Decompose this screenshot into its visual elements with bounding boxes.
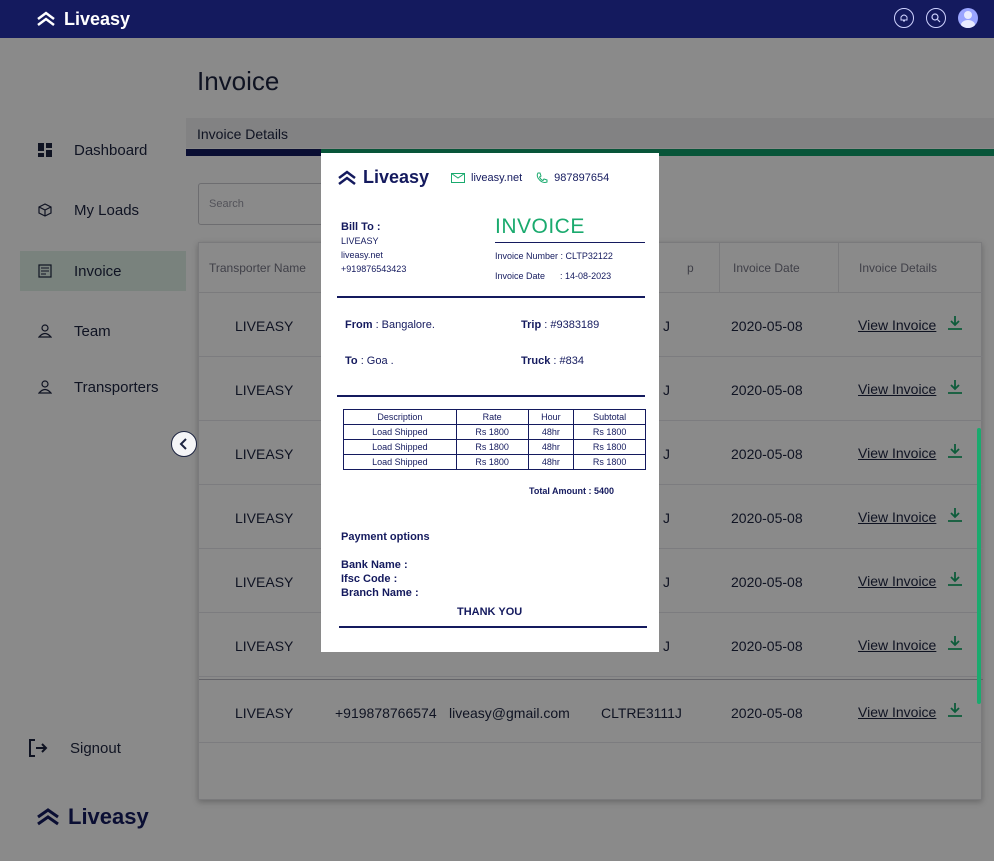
chevron-left-icon [179,438,187,450]
invoice-date: Invoice Date : 14-08-2023 [495,271,611,281]
invoice-title: INVOICE [495,215,585,238]
items-header-subtotal: Subtotal [573,409,646,425]
bank-name-label: Bank Name : [341,559,408,571]
item-rate: Rs 1800 [455,439,529,455]
invoice-number-value: CLTP32122 [565,251,613,261]
items-header-rate: Rate [455,409,529,425]
invoice-trip: Trip : #9383189 [521,319,599,331]
bell-icon[interactable] [894,8,914,28]
to-value: : Goa . [360,355,394,367]
invoice-date-label: Invoice Date [495,271,546,281]
from-value: : Bangalore. [375,319,435,331]
item-description: Load Shipped [343,439,457,455]
invoice-truck: Truck : #834 [521,355,584,367]
liveasy-logo-icon [37,11,55,26]
payment-options-heading: Payment options [341,531,430,543]
trip-value: : #9383189 [544,319,600,331]
mail-icon [451,173,465,183]
invoice-number-label: Invoice Number : [495,251,564,261]
items-header-hour: Hour [527,409,575,425]
bill-to-name: LIVEASY [341,236,379,246]
from-label: From [345,319,373,331]
ifsc-code-label: Ifsc Code : [341,573,398,585]
branch-name-label: Branch Name : [341,587,419,599]
item-hour: 48hr [527,424,575,440]
bill-to-website: liveasy.net [341,250,383,260]
brand-logo[interactable]: Liveasy [36,9,130,30]
top-bar: Liveasy [0,0,994,38]
user-avatar[interactable] [958,8,978,28]
invoice-contact: liveasy.net 987897654 [451,172,617,184]
phone-icon [536,172,548,183]
scrollbar[interactable] [977,428,981,704]
item-rate: Rs 1800 [455,454,529,470]
invoice-website: liveasy.net [471,172,523,184]
collapse-sidebar-button[interactable] [171,431,197,457]
truck-label: Truck [521,355,551,367]
invoice-item-row: Load Shipped Rs 1800 48hr Rs 1800 [343,424,646,440]
item-subtotal: Rs 1800 [573,454,646,470]
invoice-phone: 987897654 [554,172,610,184]
search-icon[interactable] [926,8,946,28]
invoice-to: To : Goa . [345,355,394,367]
item-description: Load Shipped [343,454,457,470]
bill-to-phone: +919876543423 [341,264,407,274]
invoice-brand: Liveasy [337,167,429,188]
invoice-items-table: Description Rate Hour Subtotal Load Ship… [343,409,646,470]
item-hour: 48hr [527,454,575,470]
bill-to-label: Bill To : [341,221,381,233]
invoice-number: Invoice Number : CLTP32122 [495,251,613,261]
item-subtotal: Rs 1800 [573,439,646,455]
item-rate: Rs 1800 [455,424,529,440]
invoice-item-row: Load Shipped Rs 1800 48hr Rs 1800 [343,454,646,470]
trip-label: Trip [521,319,542,331]
invoice-item-row: Load Shipped Rs 1800 48hr Rs 1800 [343,439,646,455]
total-amount: Total Amount : 5400 [529,486,615,496]
to-label: To [345,355,358,367]
invoice-brand-name: Liveasy [363,167,430,187]
items-header-description: Description [343,409,457,425]
invoice-preview: Liveasy liveasy.net 987897654 Bill To : … [321,153,659,652]
thank-you-text: THANK YOU [457,606,523,618]
invoice-date-value: : 14-08-2023 [560,271,612,281]
brand-name: Liveasy [64,8,131,29]
item-hour: 48hr [527,439,575,455]
item-subtotal: Rs 1800 [573,424,646,440]
truck-value: : #834 [553,355,585,367]
item-description: Load Shipped [343,424,457,440]
invoice-from: From : Bangalore. [345,319,435,331]
liveasy-logo-icon [338,169,356,185]
